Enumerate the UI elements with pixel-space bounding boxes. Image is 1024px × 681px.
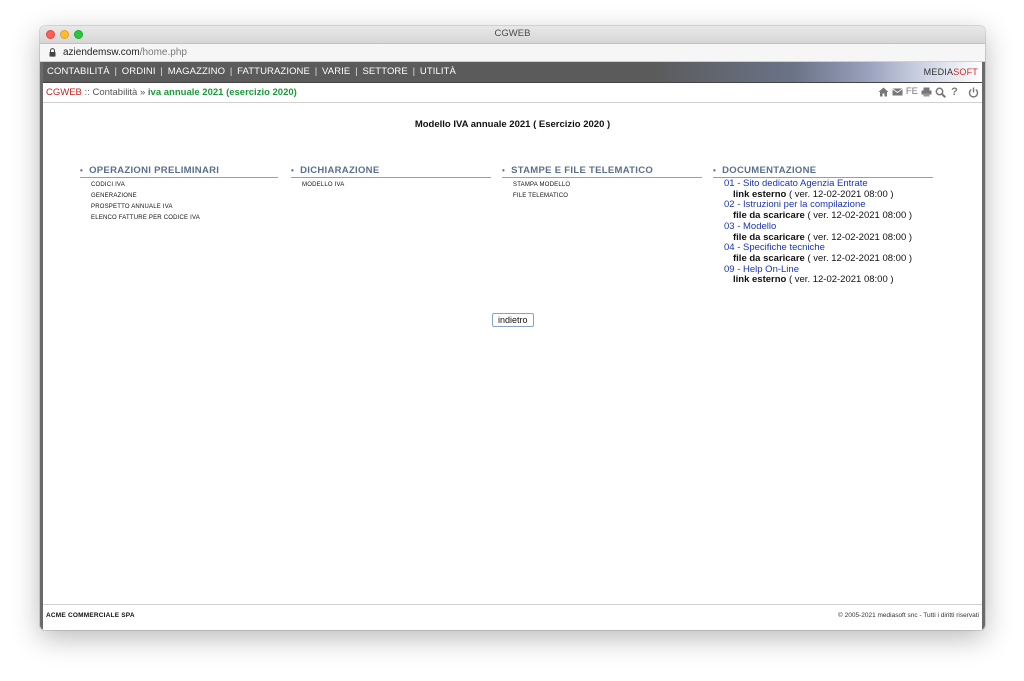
menu-utilita[interactable]: UTILITÀ — [420, 66, 456, 77]
breadcrumb-current: iva annuale 2021 (esercizio 2020) — [147, 87, 297, 98]
bullet-icon: • — [713, 166, 717, 175]
doc-kind-link[interactable]: file da scaricare — [733, 232, 805, 243]
section-heading: • STAMPE E FILE TELEMATICO — [502, 165, 702, 178]
breadcrumb: CGWEB :: Contabilità » iva annuale 2021 … — [46, 87, 297, 98]
breadcrumb-bar: CGWEB :: Contabilità » iva annuale 2021 … — [43, 83, 982, 103]
brand-main: MEDIA — [923, 67, 954, 77]
search-icon[interactable] — [935, 86, 946, 98]
breadcrumb-separator: » — [137, 87, 148, 98]
doc-version: ( ver. 12-02-2021 08:00 ) — [786, 188, 894, 200]
doc-version: ( ver. 12-02-2021 08:00 ) — [804, 252, 913, 264]
doc-kind-link[interactable]: link esterno — [733, 274, 786, 285]
fe-icon[interactable]: FE — [906, 86, 918, 98]
menu-separator: | — [114, 66, 118, 77]
menu-varie[interactable]: VARIE — [322, 66, 350, 77]
link-generazione[interactable]: GENERAZIONE — [91, 191, 278, 202]
address-bar[interactable]: aziendemsw.com/home.php — [40, 44, 985, 62]
section-operazioni-preliminari: • OPERAZIONI PRELIMINARI CODICI IVA GENER… — [80, 165, 278, 224]
toolbar-icons: FE ? — [878, 86, 979, 98]
page-title: Modello IVA annuale 2021 ( Esercizio 202… — [414, 119, 611, 130]
help-icon[interactable]: ? — [949, 86, 960, 98]
home-icon[interactable] — [878, 86, 889, 98]
lock-icon — [49, 48, 56, 57]
section-heading-label: DOCUMENTAZIONE — [722, 165, 817, 176]
section-documentazione: • DOCUMENTAZIONE 01 - Sito dedicato Agenz… — [713, 165, 933, 286]
section-items: CODICI IVA GENERAZIONE PROSPETTO ANNUALE… — [80, 180, 278, 224]
section-dichiarazione: • DICHIARAZIONE MODELLO IVA — [291, 165, 491, 191]
url-text[interactable]: aziendemsw.com/home.php — [63, 47, 187, 58]
link-prospetto-annuale-iva[interactable]: PROSPETTO ANNUALE IVA — [91, 202, 278, 213]
doc-version: ( ver. 12-02-2021 08:00 ) — [804, 210, 913, 222]
section-items: STAMPA MODELLO FILE TELEMATICO — [502, 180, 702, 202]
footer: ACME COMMERCIALE SPA © 2005-2021 mediaso… — [43, 604, 982, 630]
section-heading: • OPERAZIONI PRELIMINARI — [80, 165, 278, 178]
browser-window: CGWEB aziendemsw.com/home.php CONTABILIT… — [40, 26, 985, 630]
menu-separator: | — [229, 66, 233, 77]
bullet-icon: • — [291, 166, 295, 175]
copyright: © 2005-2021 mediasoft snc - Tutti i diri… — [838, 612, 979, 619]
mediasoft-logo: MEDIASOFT — [924, 67, 978, 77]
printer-icon[interactable] — [921, 86, 932, 98]
menu-fatturazione[interactable]: FATTURAZIONE — [237, 66, 310, 77]
bullet-icon: • — [502, 166, 506, 175]
link-file-telematico[interactable]: FILE TELEMATICO — [513, 191, 702, 202]
section-heading-label: OPERAZIONI PRELIMINARI — [89, 165, 220, 176]
back-button[interactable]: indietro — [492, 313, 534, 327]
brand-accent: SOFT — [953, 67, 978, 77]
mail-icon[interactable] — [892, 86, 903, 98]
window-title: CGWEB — [494, 28, 531, 39]
menu-settore[interactable]: SETTORE — [362, 66, 407, 77]
doc-kind-link[interactable]: file da scaricare — [733, 210, 805, 221]
url-host: aziendemsw.com — [63, 47, 140, 58]
app-content: CONTABILITÀ | ORDINI | MAGAZZINO | FATTU… — [40, 62, 985, 630]
link-codici-iva[interactable]: CODICI IVA — [91, 180, 278, 191]
section-heading-label: DICHIARAZIONE — [300, 165, 380, 176]
section-heading: • DICHIARAZIONE — [291, 165, 491, 178]
link-elenco-fatture-per-codice-iva[interactable]: ELENCO FATTURE PER CODICE IVA — [91, 213, 278, 224]
title-bar: CGWEB — [40, 26, 985, 44]
doc-version: ( ver. 12-02-2021 08:00 ) — [804, 231, 913, 243]
main-menu: CONTABILITÀ | ORDINI | MAGAZZINO | FATTU… — [47, 66, 456, 77]
power-icon[interactable] — [968, 86, 979, 98]
menu-contabilita[interactable]: CONTABILITÀ — [47, 66, 110, 77]
section-items: MODELLO IVA — [291, 180, 491, 191]
section-heading: • DOCUMENTAZIONE — [713, 165, 933, 178]
section-heading-label: STAMPE E FILE TELEMATICO — [511, 165, 654, 176]
menu-separator: | — [355, 66, 358, 77]
menu-separator: | — [314, 66, 318, 77]
url-path: /home.php — [139, 47, 187, 58]
doc-version: ( ver. 12-02-2021 08:00 ) — [786, 274, 894, 286]
menu-separator: | — [412, 66, 416, 77]
documentation-list: 01 - Sito dedicato Agenzia Entrate link … — [713, 178, 933, 286]
link-modello-iva[interactable]: MODELLO IVA — [302, 180, 491, 191]
section-stampe-file-telematico: • STAMPE E FILE TELEMATICO STAMPA MODELLO… — [502, 165, 702, 202]
breadcrumb-app[interactable]: CGWEB — [46, 87, 82, 98]
main-menu-bar: CONTABILITÀ | ORDINI | MAGAZZINO | FATTU… — [43, 62, 982, 83]
doc-kind-link[interactable]: file da scaricare — [733, 253, 805, 264]
breadcrumb-section[interactable]: Contabilità — [92, 87, 137, 98]
doc-kind-link[interactable]: link esterno — [733, 189, 786, 200]
menu-ordini[interactable]: ORDINI — [122, 66, 156, 77]
breadcrumb-separator: :: — [81, 87, 93, 98]
menu-magazzino[interactable]: MAGAZZINO — [168, 66, 225, 77]
link-stampa-modello[interactable]: STAMPA MODELLO — [513, 180, 702, 191]
doc-detail: link esterno ( ver. 12-02-2021 08:00 ) — [724, 274, 933, 286]
menu-separator: | — [160, 66, 163, 77]
company-name: ACME COMMERCIALE SPA — [46, 612, 135, 619]
bullet-icon: • — [80, 166, 84, 175]
